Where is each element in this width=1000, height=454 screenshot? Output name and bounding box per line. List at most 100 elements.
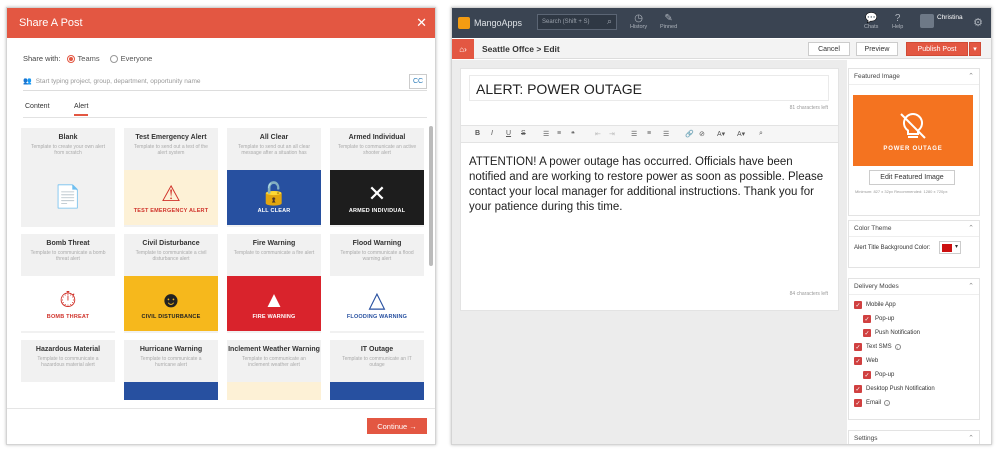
- publish-post-button[interactable]: Publish Post: [906, 42, 968, 56]
- delivery-modes-section: Delivery Modes ⌃ ✓ Mobile App ✓ Pop-up ✓ Push …: [848, 278, 980, 420]
- user-menu[interactable]: Christina: [920, 14, 963, 28]
- delivery-checkbox[interactable]: ✓ Pop-up: [863, 371, 894, 379]
- grid-scrollbar[interactable]: [429, 126, 433, 266]
- alert-template-card[interactable]: Armed Individual Template to communicate …: [330, 128, 424, 227]
- delivery-checkbox[interactable]: ✓ Mobile App: [854, 301, 896, 309]
- link-icon[interactable]: 🔗: [685, 130, 694, 138]
- settings-section: Settings ⌃: [848, 430, 980, 444]
- find-icon[interactable]: ⌕: [759, 130, 763, 138]
- numbered-list-icon[interactable]: ≡: [557, 130, 561, 137]
- delivery-checkbox[interactable]: ✓ Email i: [854, 399, 891, 407]
- share-with-label: Share with:: [23, 54, 61, 63]
- template-caption: TEST EMERGENCY ALERT: [133, 207, 209, 214]
- alert-template-card[interactable]: Fire Warning Template to communicate a fi…: [227, 234, 321, 333]
- search-placeholder: Search (Shift + S): [542, 19, 590, 25]
- delivery-checkbox[interactable]: ✓ Web: [854, 357, 878, 365]
- checkmark-icon: ✓: [854, 343, 862, 351]
- indent-icon[interactable]: ⇥: [609, 130, 615, 138]
- underline-icon[interactable]: U: [506, 130, 511, 137]
- outdent-icon[interactable]: ⇤: [595, 130, 601, 138]
- featured-image-section: Featured Image ⌃ POWER OUTAGE Edit Featur…: [848, 68, 980, 216]
- publish-options-chevron-icon[interactable]: ▾: [969, 42, 981, 56]
- post-title-input[interactable]: ALERT: POWER OUTAGE: [469, 75, 829, 101]
- quote-icon[interactable]: ❝: [571, 130, 575, 138]
- template-icon: ☻: [159, 286, 183, 312]
- alert-template-card[interactable]: All Clear Template to send out an all cle…: [227, 128, 321, 227]
- gear-icon[interactable]: ⚙: [973, 16, 983, 29]
- info-icon[interactable]: i: [884, 400, 891, 406]
- align-left-icon[interactable]: ☰: [631, 130, 637, 138]
- template-desc: Template to communicate a hazardous mate…: [37, 356, 99, 368]
- strikethrough-icon[interactable]: S: [521, 130, 526, 137]
- template-image: △ FLOODING WARNING: [330, 276, 424, 331]
- text-color-icon[interactable]: A▾: [717, 130, 725, 138]
- nav-toggle-button[interactable]: ⌂›: [452, 39, 474, 59]
- info-icon[interactable]: i: [894, 344, 901, 350]
- alert-template-card[interactable]: Inclement Weather Warning Template to com…: [227, 340, 321, 400]
- align-right-icon[interactable]: ☰: [663, 130, 669, 138]
- chevron-up-icon: ⌃: [968, 283, 974, 290]
- align-center-icon[interactable]: ≡: [647, 130, 651, 137]
- history-button[interactable]: ◷ History: [630, 13, 647, 30]
- pinned-button[interactable]: ✎ Pinned: [660, 13, 677, 30]
- background-color-icon[interactable]: A▾: [737, 130, 745, 138]
- delivery-label: Pop-up: [875, 316, 895, 322]
- alert-bg-label: Alert Title Background Color:: [854, 245, 931, 251]
- bullet-list-icon[interactable]: ☰: [543, 130, 549, 138]
- preview-button[interactable]: Preview: [856, 42, 898, 56]
- tab-content[interactable]: Content: [25, 103, 50, 110]
- section-header[interactable]: Delivery Modes ⌃: [849, 279, 979, 295]
- alert-template-card[interactable]: Hurricane Warning Template to communicate…: [124, 340, 218, 400]
- close-icon[interactable]: ✕: [416, 8, 427, 38]
- chats-button[interactable]: 💬 Chats: [864, 13, 878, 30]
- help-label: Help: [892, 24, 904, 30]
- alert-template-card[interactable]: Hazardous Material Template to communicat…: [21, 340, 115, 400]
- section-header[interactable]: Color Theme ⌃: [849, 221, 979, 237]
- alert-template-card[interactable]: Test Emergency Alert Template to send out…: [124, 128, 218, 227]
- bold-icon[interactable]: B: [475, 130, 480, 137]
- template-desc: Template to send out a test of the alert…: [134, 144, 208, 156]
- alert-color-picker[interactable]: ▾: [939, 241, 961, 254]
- delivery-checkbox[interactable]: ✓ Push Notification: [863, 329, 920, 337]
- delivery-checkbox[interactable]: ✓ Pop-up: [863, 315, 894, 323]
- post-body-input[interactable]: ATTENTION! A power outage has occurred. …: [469, 155, 829, 215]
- alert-template-card[interactable]: Flood Warning Template to communicate a f…: [330, 234, 424, 333]
- alert-template-card[interactable]: Blank Template to create your own alert f…: [21, 128, 115, 227]
- template-title: IT Outage: [360, 346, 394, 353]
- cancel-button[interactable]: Cancel: [808, 42, 850, 56]
- breadcrumb: Seattle Offce > Edit: [482, 44, 560, 54]
- clear-format-icon[interactable]: ⊘: [699, 130, 705, 138]
- italic-icon[interactable]: I: [491, 130, 493, 137]
- cc-button[interactable]: CC: [409, 74, 427, 89]
- template-desc: Template to communicate a flood warning …: [340, 250, 414, 262]
- help-button[interactable]: ? Help: [892, 13, 903, 30]
- template-image: ⚠ TEST EMERGENCY ALERT: [124, 170, 218, 225]
- app-logo[interactable]: MangoApps: [458, 17, 522, 29]
- template-grid: Blank Template to create your own alert f…: [21, 128, 429, 400]
- checkmark-icon: ✓: [863, 315, 871, 323]
- checkmark-icon: ✓: [863, 371, 871, 379]
- format-toolbar: B I U S ☰ ≡ ❝ ⇤ ⇥ ☰ ≡ ☰ 🔗 ⊘ A▾ A▾ ⌕: [461, 125, 838, 143]
- checkmark-icon: ✓: [863, 329, 871, 337]
- template-icon: △: [368, 286, 386, 312]
- alert-template-card[interactable]: Civil Disturbance Template to communicate…: [124, 234, 218, 333]
- user-name: Christina: [937, 14, 963, 21]
- share-option-everyone[interactable]: Everyone: [109, 54, 152, 63]
- tab-alert[interactable]: Alert: [74, 103, 89, 116]
- section-title: Featured Image: [854, 73, 900, 80]
- delivery-checkbox[interactable]: ✓ Desktop Push Notification: [854, 385, 935, 393]
- alert-template-card[interactable]: Bomb Threat Template to communicate a bom…: [21, 234, 115, 333]
- section-header[interactable]: Featured Image ⌃: [849, 69, 979, 85]
- template-title: Civil Disturbance: [142, 240, 200, 247]
- delivery-checkbox[interactable]: ✓ Text SMS i: [854, 343, 901, 351]
- continue-button[interactable]: Continue →: [367, 418, 427, 434]
- audience-search-input[interactable]: 👥 Start typing project, group, departmen…: [23, 72, 427, 91]
- chat-icon: 💬: [864, 13, 878, 24]
- template-caption: BOMB THREAT: [46, 313, 90, 320]
- global-search-input[interactable]: Search (Shift + S) ⌕: [537, 14, 617, 30]
- share-option-teams[interactable]: Teams: [66, 54, 100, 63]
- edit-featured-image-button[interactable]: Edit Featured Image: [869, 170, 955, 185]
- alert-template-card[interactable]: IT Outage Template to communicate an IT o…: [330, 340, 424, 400]
- template-desc: Template to communicate a civil disturba…: [135, 250, 207, 262]
- section-header[interactable]: Settings ⌃: [849, 431, 979, 444]
